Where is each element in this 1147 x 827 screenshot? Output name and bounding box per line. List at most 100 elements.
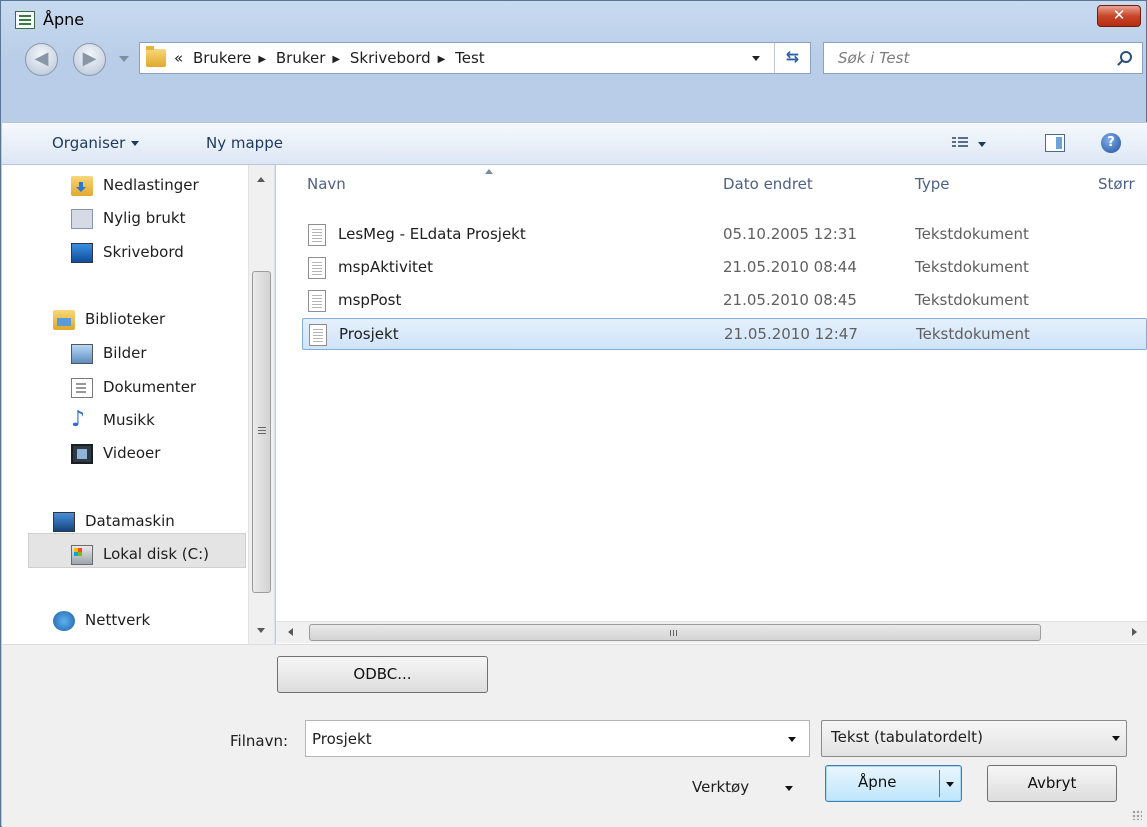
scrollbar-thumb[interactable] (252, 271, 271, 593)
chevron-down-icon (1112, 736, 1120, 741)
text-file-icon (309, 324, 327, 346)
filename-value: Prosjekt (312, 730, 372, 748)
address-dropdown-icon[interactable] (752, 56, 760, 61)
sidebar-item-label: Bilder (103, 344, 147, 362)
folder-icon (146, 46, 166, 67)
column-header-type[interactable]: Type (915, 175, 949, 193)
breadcrumb-item-test[interactable]: Test (455, 49, 485, 67)
chevron-right-icon[interactable]: ▶ (258, 54, 266, 65)
documents-icon (71, 378, 93, 398)
breadcrumb: « Brukere ▶ Bruker ▶ Skrivebord ▶ Test (174, 49, 490, 67)
column-header-date[interactable]: Dato endret (723, 175, 813, 193)
back-button[interactable]: ◀ (25, 43, 58, 76)
grip-icon (258, 427, 266, 428)
column-header-name[interactable]: Navn (307, 175, 346, 193)
navigation-pane (2, 165, 275, 644)
chevron-right-icon[interactable]: ▶ (438, 54, 446, 65)
network-icon (53, 611, 75, 631)
back-arrow-icon: ◀ (34, 48, 49, 69)
videos-icon (71, 444, 93, 464)
sidebar-item-label: Dokumenter (103, 378, 197, 396)
search-icon[interactable] (1120, 51, 1132, 63)
sidebar-item-label: Videoer (103, 444, 161, 462)
text-file-icon (308, 290, 326, 312)
help-icon[interactable]: ? (1101, 133, 1121, 153)
sidebar-scrollbar[interactable] (248, 165, 274, 644)
file-type: Tekstdokument (916, 325, 1030, 343)
forward-button[interactable]: ▶ (73, 43, 106, 76)
file-list-scrollbar[interactable] (276, 621, 1147, 643)
chevron-down-icon[interactable] (788, 737, 796, 742)
filename-field[interactable]: Prosjekt (305, 720, 810, 757)
breadcrumb-item-skrivebord[interactable]: Skrivebord (350, 49, 431, 67)
desktop-icon (71, 243, 93, 263)
chevron-down-icon[interactable] (785, 786, 793, 791)
libraries-icon (53, 310, 75, 330)
file-type-select[interactable]: Tekst (tabulatordelt) (821, 720, 1127, 757)
title-bar: Åpne ✕ (1, 1, 1146, 41)
file-type: Tekstdokument (915, 258, 1029, 276)
table-row[interactable]: mspAktivitet 21.05.2010 08:44 Tekstdokum… (302, 252, 1147, 284)
organise-label: Organiser (52, 134, 126, 152)
filename-label: Filnavn: (230, 732, 289, 750)
scroll-right-icon[interactable] (1132, 628, 1137, 636)
table-row[interactable]: LesMeg - ELdata Prosjekt 05.10.2005 12:3… (302, 219, 1147, 251)
app-icon (15, 11, 35, 29)
scrollbar-thumb[interactable] (309, 624, 1041, 641)
file-date: 21.05.2010 08:45 (723, 291, 857, 309)
tools-button[interactable]: Verktøy (692, 778, 749, 796)
refresh-button[interactable]: ⇆ (774, 43, 810, 73)
table-row-selected[interactable]: Prosjekt 21.05.2010 12:47 Tekstdokument (302, 318, 1147, 350)
table-row[interactable]: mspPost 21.05.2010 08:45 Tekstdokument (302, 285, 1147, 317)
file-type: Tekstdokument (915, 225, 1029, 243)
file-date: 21.05.2010 08:44 (723, 258, 857, 276)
preview-pane-icon[interactable] (1045, 134, 1065, 152)
recent-places-icon (71, 209, 93, 229)
organise-button[interactable]: Organiser (52, 134, 140, 152)
grip-icon (670, 630, 671, 636)
sidebar-item-label: Datamaskin (85, 512, 175, 530)
new-folder-button[interactable]: Ny mappe (206, 134, 283, 152)
file-name: mspPost (338, 291, 402, 309)
search-input[interactable]: Søk i Test (823, 42, 1143, 74)
file-name: Prosjekt (339, 325, 399, 343)
file-date: 21.05.2010 12:47 (724, 325, 858, 343)
chevron-down-icon[interactable] (978, 142, 986, 147)
recent-locations-dropdown-icon[interactable] (119, 56, 129, 62)
refresh-icon: ⇆ (785, 47, 800, 66)
resize-grip-icon[interactable] (1132, 810, 1142, 820)
computer-icon (53, 512, 75, 532)
sidebar-item-label: Nylig brukt (103, 209, 186, 227)
scroll-up-icon[interactable] (257, 177, 265, 182)
breadcrumb-overflow[interactable]: « (174, 49, 183, 67)
file-name: mspAktivitet (338, 258, 433, 276)
sidebar-item-label: Nettverk (85, 611, 151, 629)
sidebar-item-label: Musikk (103, 411, 155, 429)
downloads-folder-icon (71, 176, 93, 196)
chevron-right-icon[interactable]: ▶ (332, 54, 340, 65)
music-icon (71, 407, 93, 432)
breadcrumb-item-bruker[interactable]: Bruker (276, 49, 326, 67)
dialog-footer: ODBC... Filnavn: Prosjekt Tekst (tabulat… (2, 644, 1147, 827)
open-label: Åpne (858, 773, 897, 791)
file-type-value: Tekst (tabulatordelt) (831, 728, 983, 746)
sidebar-item-label: Nedlastinger (103, 176, 199, 194)
sort-ascending-icon (485, 169, 493, 174)
file-name: LesMeg - ELdata Prosjekt (338, 225, 526, 243)
address-bar[interactable]: « Brukere ▶ Bruker ▶ Skrivebord ▶ Test ⇆ (139, 42, 811, 74)
split-divider (939, 770, 940, 797)
scroll-left-icon[interactable] (288, 628, 293, 636)
scroll-down-icon[interactable] (257, 628, 265, 633)
sidebar-item-label: Biblioteker (85, 310, 166, 328)
view-options-icon[interactable] (952, 136, 968, 150)
open-button[interactable]: Åpne (825, 765, 962, 802)
chevron-down-icon[interactable] (946, 782, 954, 787)
odbc-button[interactable]: ODBC... (277, 656, 488, 693)
column-header-size[interactable]: Størr (1098, 175, 1135, 193)
forward-arrow-icon: ▶ (82, 48, 97, 69)
close-button[interactable]: ✕ (1097, 5, 1141, 27)
breadcrumb-item-brukere[interactable]: Brukere (193, 49, 251, 67)
sidebar-item-label: Lokal disk (C:) (103, 545, 210, 563)
cancel-button[interactable]: Avbryt (987, 765, 1117, 802)
text-file-icon (308, 224, 326, 246)
